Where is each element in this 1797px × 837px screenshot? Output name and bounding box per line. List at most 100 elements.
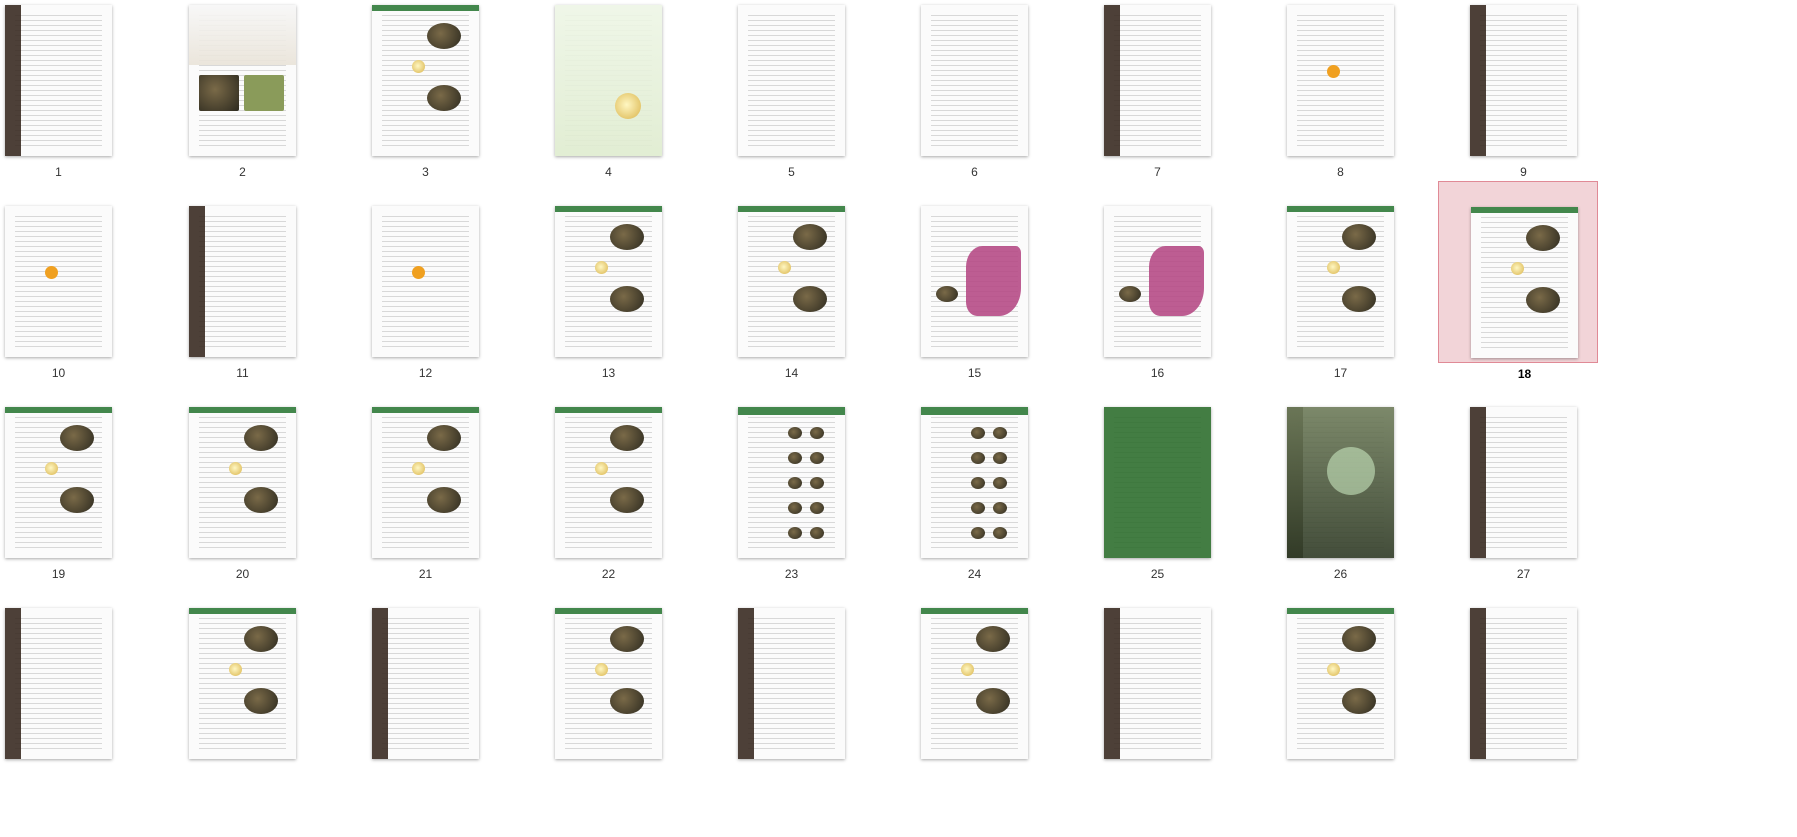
title-band (555, 608, 662, 614)
map-region (966, 246, 1021, 316)
page-thumbnail[interactable]: 27 (1468, 402, 1678, 632)
page-preview (921, 5, 1028, 156)
page-thumbnail[interactable] (736, 603, 946, 833)
page-text-lines (931, 15, 1018, 146)
tea-sample (993, 452, 1007, 464)
tea-leaf-image (976, 626, 1010, 652)
page-thumbnail[interactable] (1468, 603, 1678, 833)
page-thumbnail[interactable]: 10 (3, 201, 213, 431)
page-preview (5, 608, 112, 759)
tea-infusion (595, 462, 608, 475)
tea-sample (993, 527, 1007, 539)
page-number-label: 21 (418, 567, 433, 581)
page-thumbnail[interactable]: 21 (370, 402, 580, 632)
page-thumbnail[interactable] (187, 603, 397, 833)
page-thumbnail[interactable]: 16 (1102, 201, 1312, 431)
tea-infusion (229, 462, 242, 475)
page-thumbnail[interactable]: 4 (553, 0, 763, 230)
page-preview (372, 407, 479, 558)
title-band (555, 407, 662, 413)
page-thumbnail[interactable]: 2 (187, 0, 397, 230)
page-thumbnail[interactable]: 13 (553, 201, 763, 431)
toc-dot (1327, 65, 1340, 78)
page-thumbnail[interactable]: 25 (1102, 402, 1312, 632)
tea-leaf-image (244, 688, 278, 714)
tea-leaf-image (610, 487, 644, 513)
page-thumbnail[interactable]: 3 (370, 0, 580, 230)
tea-leaf-image (610, 425, 644, 451)
tea-leaf-image (1342, 688, 1376, 714)
page-preview (555, 407, 662, 558)
tea-leaf-image (60, 425, 94, 451)
title-band (738, 206, 845, 212)
page-text-lines (382, 618, 469, 749)
page-text-lines (748, 15, 835, 146)
tea-leaf-image (610, 688, 644, 714)
side-photo (1470, 5, 1486, 156)
page-thumbnail[interactable]: 15 (919, 201, 1129, 431)
page-thumbnail[interactable]: 7 (1102, 0, 1312, 230)
page-preview (738, 608, 845, 759)
page-thumbnail[interactable]: 22 (553, 402, 763, 632)
page-thumbnail[interactable] (553, 603, 763, 833)
page-thumbnail[interactable] (370, 603, 580, 833)
title-band (189, 608, 296, 614)
page-thumbnail[interactable]: 14 (736, 201, 946, 431)
tea-leaf-image (793, 224, 827, 250)
page-thumbnail[interactable] (3, 603, 213, 833)
page-thumbnail[interactable]: 20 (187, 402, 397, 632)
page-preview (1104, 407, 1211, 558)
page-preview (921, 608, 1028, 759)
page-thumbnail[interactable]: 5 (736, 0, 946, 230)
side-photo (1104, 608, 1120, 759)
page-number-label: 16 (1150, 366, 1165, 380)
page-preview (738, 5, 845, 156)
page-number-label: 5 (788, 165, 795, 179)
page-thumbnail[interactable] (919, 603, 1129, 833)
page-thumbnail[interactable]: 24 (919, 402, 1129, 632)
page-thumbnail[interactable] (1285, 603, 1495, 833)
side-photo (1470, 608, 1486, 759)
page-thumbnail[interactable] (1102, 603, 1312, 833)
tea-sample (993, 427, 1007, 439)
tea-infusion (412, 462, 425, 475)
page-number-label: 13 (601, 366, 616, 380)
page-preview (921, 407, 1028, 558)
tea-leaf-image (427, 487, 461, 513)
page-thumbnail[interactable]: 1 (3, 0, 213, 230)
page-thumbnail-selected[interactable]: 18 (1438, 181, 1598, 381)
thumbnail-grid: 1 2 3 4 5 6 7 8 9 10 11 12 13 14 15 16 17 18 19 20 21 22 23 24 2… (0, 0, 1797, 837)
page-preview (555, 5, 662, 156)
page-preview (1104, 5, 1211, 156)
title-band (1287, 206, 1394, 212)
page-number-label: 12 (418, 366, 433, 380)
page-preview (555, 608, 662, 759)
tea-leaf-image (60, 487, 94, 513)
page-preview (738, 206, 845, 357)
tea-leaf-image (244, 487, 278, 513)
side-photo (372, 608, 388, 759)
tea-sample (788, 452, 802, 464)
page-preview (5, 5, 112, 156)
tea-sample (810, 427, 824, 439)
page-thumbnail[interactable]: 6 (919, 0, 1129, 230)
page-thumbnail[interactable]: 19 (3, 402, 213, 632)
tea-infusion (778, 261, 791, 274)
tea-leaf-image (976, 688, 1010, 714)
page-thumbnail[interactable]: 26 (1285, 402, 1495, 632)
tea-leaf-image (427, 425, 461, 451)
cover-band (189, 5, 296, 65)
cover-background (555, 5, 662, 156)
tea-sample (788, 477, 802, 489)
page-preview (372, 5, 479, 156)
page-preview (189, 5, 296, 156)
page-preview (1287, 206, 1394, 357)
page-text-lines (1114, 618, 1201, 749)
page-number-label: 2 (239, 165, 246, 179)
page-thumbnail[interactable]: 23 (736, 402, 946, 632)
page-thumbnail[interactable]: 11 (187, 201, 397, 431)
page-text-lines (15, 618, 102, 749)
tea-infusion (45, 462, 58, 475)
tea-leaf-image (1342, 224, 1376, 250)
page-thumbnail[interactable]: 12 (370, 201, 580, 431)
